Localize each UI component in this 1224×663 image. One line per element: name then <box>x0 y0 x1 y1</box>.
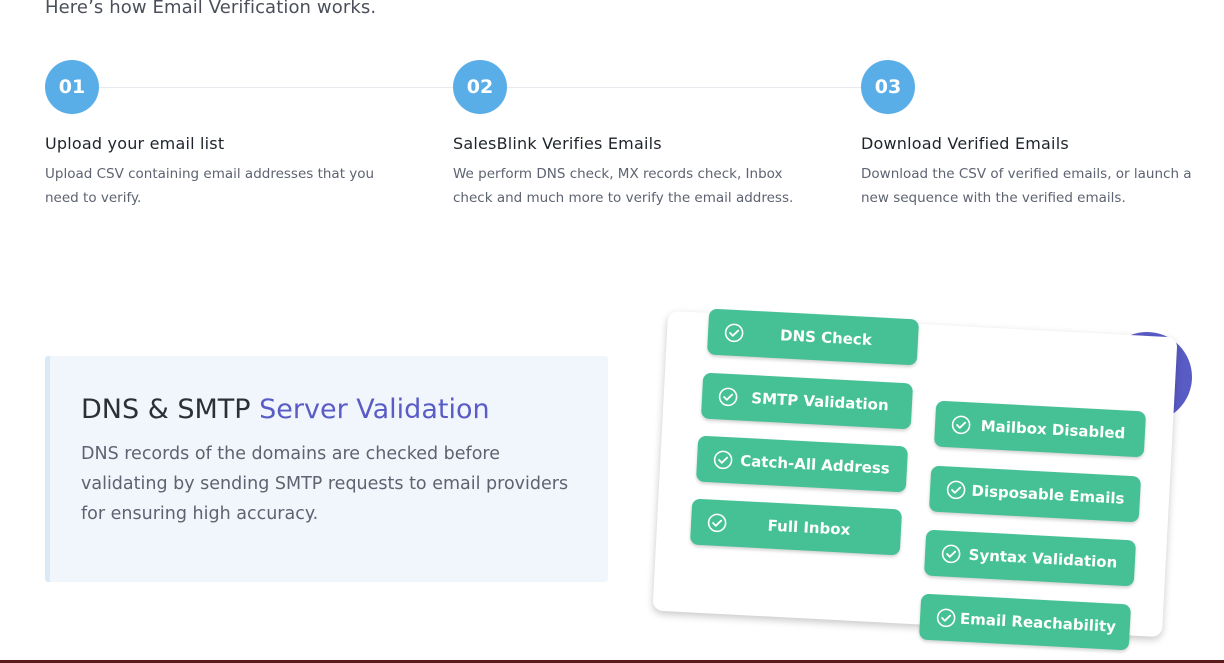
check-pill-label: SMTP Validation <box>750 389 890 415</box>
step-title: SalesBlink Verifies Emails <box>453 134 662 153</box>
check-pill-label: Catch-All Address <box>739 451 891 478</box>
step-title: Download Verified Emails <box>861 134 1069 153</box>
step-number-badge: 01 <box>45 60 99 114</box>
step-description: Upload CSV containing email addresses th… <box>45 166 375 206</box>
section-intro: Here’s how Email Verification works. <box>45 0 377 18</box>
check-pill-label: Disposable Emails <box>971 481 1125 508</box>
check-circle-icon <box>707 513 727 533</box>
step-description: Download the CSV of verified emails, or … <box>861 166 1192 206</box>
check-pill-label: Mailbox Disabled <box>980 416 1126 443</box>
check-pill-email-reachability: Email Reachability <box>918 593 1132 651</box>
check-circle-icon <box>936 608 956 628</box>
check-pill-label: Full Inbox <box>767 516 851 539</box>
feature-title-accent: Server Validation <box>259 394 490 425</box>
dns-smtp-feature-card: DNS & SMTP Server Validation DNS records… <box>45 356 608 582</box>
step-2: 02 SalesBlink Verifies Emails We perform… <box>453 60 813 210</box>
check-circle-icon <box>718 387 738 407</box>
check-circle-icon <box>724 323 744 343</box>
check-pill-label: DNS Check <box>779 326 873 350</box>
step-number-badge: 02 <box>453 60 507 114</box>
step-number-badge: 03 <box>861 60 915 114</box>
check-circle-icon <box>951 415 971 435</box>
step-title: Upload your email list <box>45 134 225 153</box>
feature-title-plain: DNS & SMTP <box>81 394 260 425</box>
step-description: We perform DNS check, MX records check, … <box>453 166 794 206</box>
feature-description: DNS records of the domains are checked b… <box>81 444 569 524</box>
check-circle-icon <box>713 450 733 470</box>
step-1: 01 Upload your email list Upload CSV con… <box>45 60 405 210</box>
check-circle-icon <box>946 480 966 500</box>
check-pill-label: Email Reachability <box>959 609 1117 636</box>
step-3: 03 Download Verified Emails Download the… <box>861 60 1221 210</box>
feature-title: DNS & SMTP Server Validation <box>81 394 490 425</box>
validation-checks-illustration: DNS Check SMTP Validation Catch-All Addr… <box>652 308 1192 651</box>
check-circle-icon <box>941 544 961 564</box>
check-pill-label: Syntax Validation <box>968 545 1118 572</box>
